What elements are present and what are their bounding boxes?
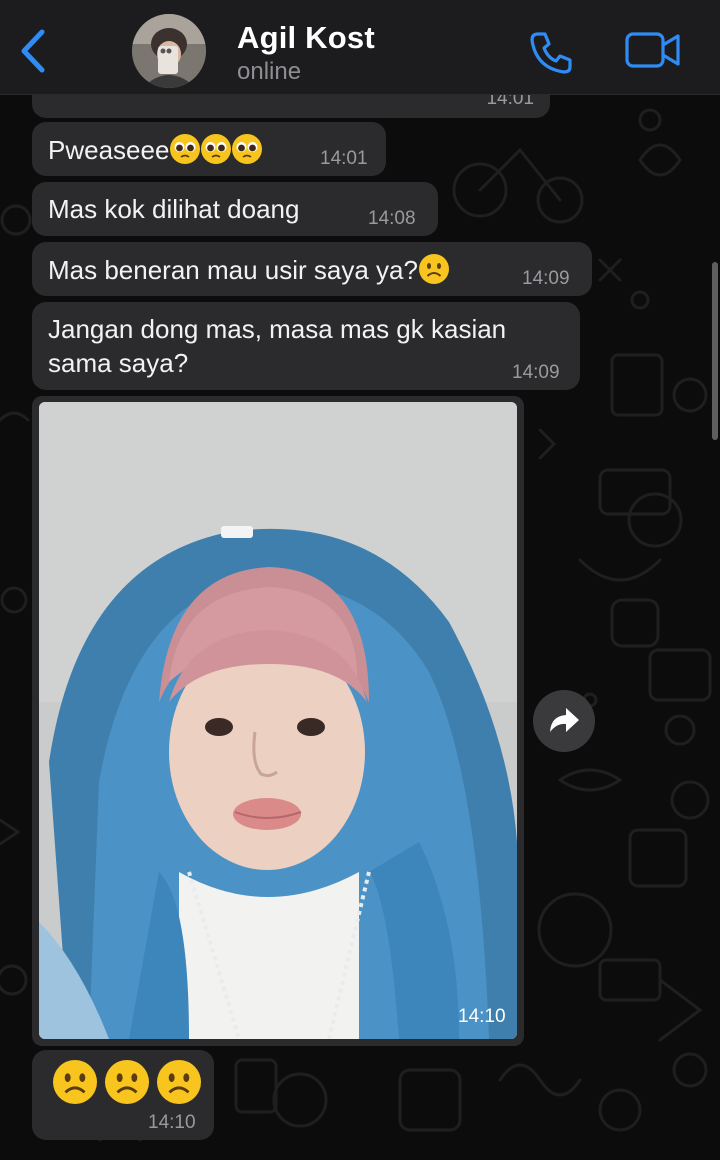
message-text-line1: Jangan dong mas, masa mas gk kasian — [48, 314, 507, 344]
chevron-left-icon[interactable] — [14, 26, 54, 76]
pleading-face-emoji — [232, 134, 263, 164]
message-bubble[interactable]: Jangan dong mas, masa mas gk kasian sama… — [32, 302, 580, 390]
video-camera-icon[interactable] — [624, 30, 682, 70]
message-time: 14:10 — [458, 1006, 506, 1027]
frowning-face-emoji — [53, 1060, 97, 1104]
forward-arrow-icon[interactable] — [533, 690, 595, 752]
scrollbar[interactable] — [712, 262, 718, 440]
photo-message-image[interactable] — [39, 402, 517, 1039]
message-text-content: Mas beneran mau usir saya ya? — [48, 255, 418, 285]
selfie-photo — [39, 402, 517, 1039]
photo-message-bubble[interactable]: 14:10 — [32, 396, 524, 1046]
pleading-face-emoji — [201, 134, 232, 164]
message-text: Mas beneran mau usir saya ya? — [48, 254, 449, 286]
contact-name[interactable]: Agil Kost — [237, 20, 375, 56]
message-time: 14:08 — [368, 208, 416, 229]
message-time: 14:01 — [320, 148, 368, 169]
message-bubble[interactable]: 14:10 — [32, 1050, 214, 1140]
message-bubble[interactable]: Pweaseee 14:01 — [32, 122, 386, 176]
message-emoji-row — [52, 1060, 202, 1106]
message-bubble[interactable]: Mas beneran mau usir saya ya? 14:09 — [32, 242, 592, 296]
message-time: 14:09 — [522, 268, 570, 289]
message-bubble[interactable]: Mas kok dilihat doang 14:08 — [32, 182, 438, 236]
frowning-face-emoji — [418, 254, 449, 284]
avatar[interactable] — [132, 14, 206, 88]
frowning-face-emoji — [157, 1060, 202, 1104]
message-time: 14:09 — [512, 362, 560, 383]
chat-header: Agil Kost online — [0, 0, 720, 95]
pleading-face-emoji — [170, 134, 201, 164]
avatar-image — [132, 14, 206, 88]
message-time: 14:10 — [148, 1112, 196, 1133]
message-text-line2: sama saya? — [48, 348, 189, 378]
message-text: Pweaseee — [48, 134, 263, 166]
message-text-content: Pweaseee — [48, 135, 170, 165]
frowning-face-emoji — [105, 1060, 150, 1104]
phone-icon[interactable] — [528, 28, 576, 76]
message-text: Mas kok dilihat doang — [48, 194, 300, 224]
contact-status: online — [237, 58, 302, 85]
